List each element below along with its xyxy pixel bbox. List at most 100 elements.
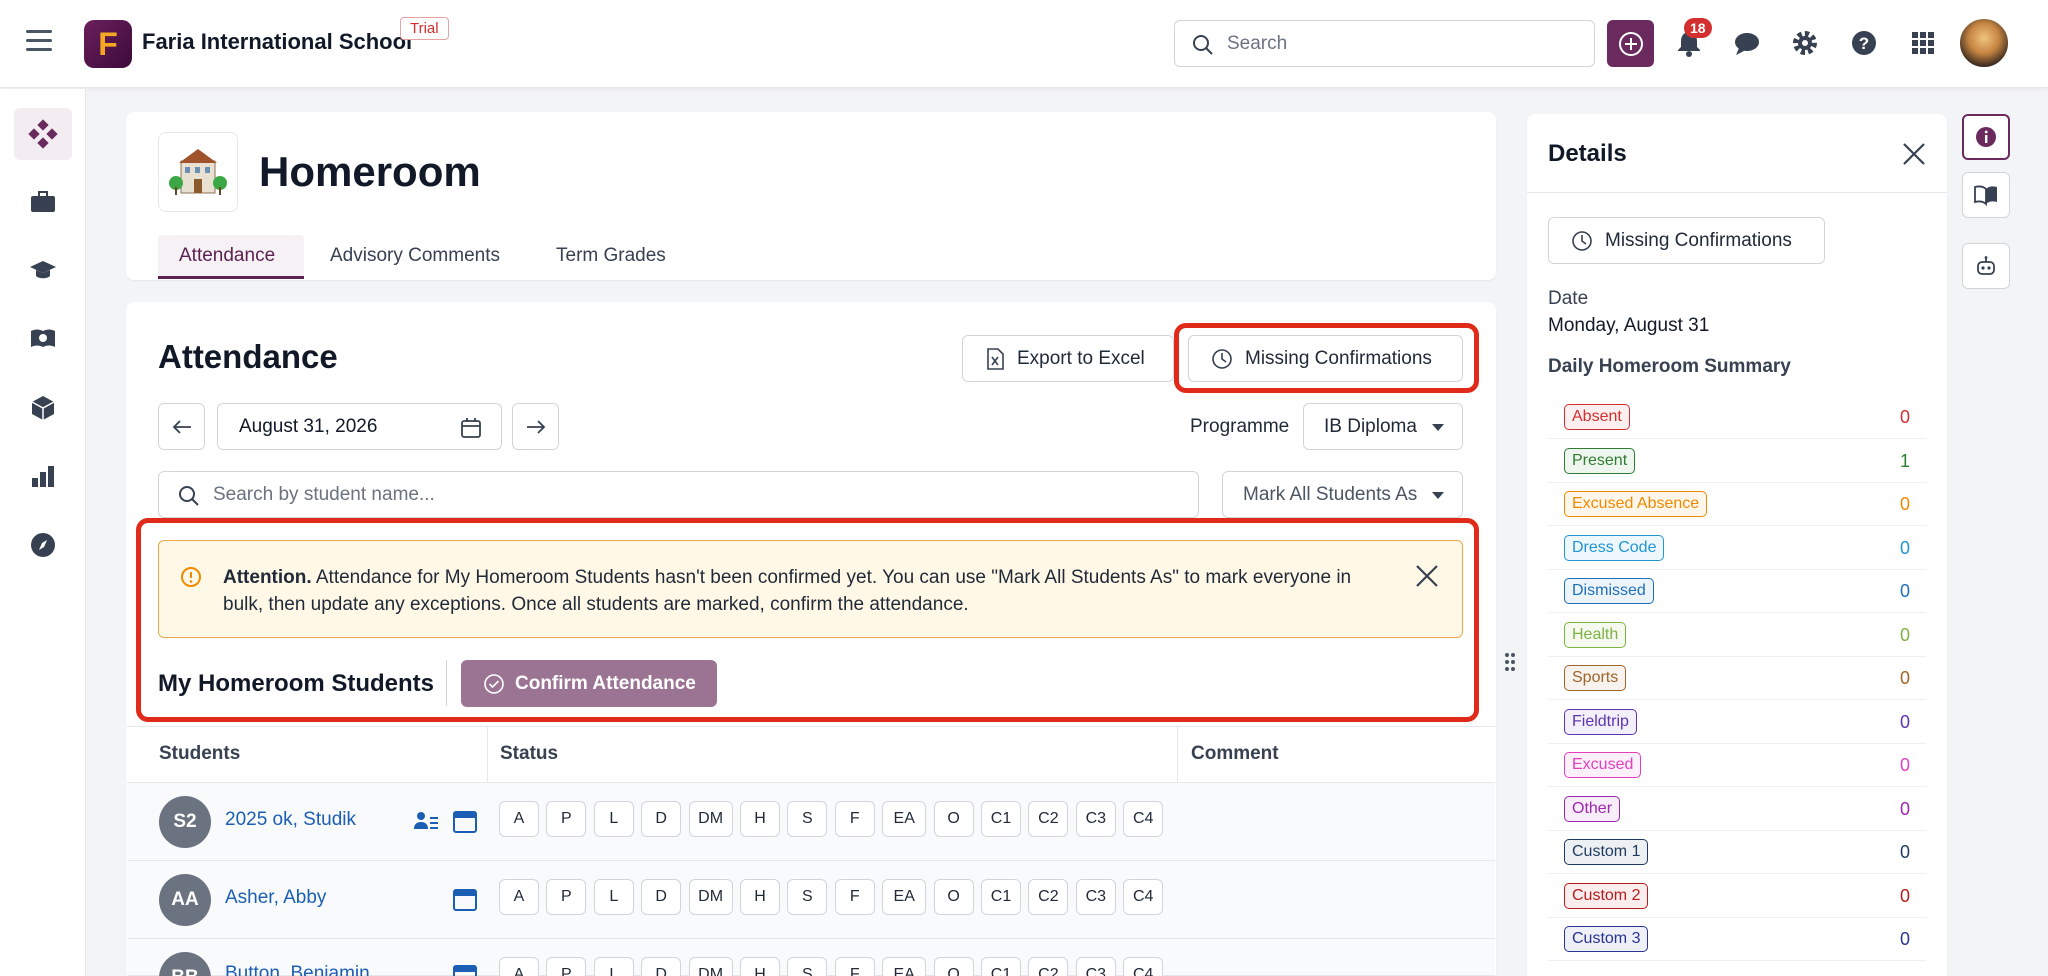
help-icon[interactable]: ? bbox=[1847, 26, 1881, 60]
summary-count: 0 bbox=[1899, 668, 1910, 688]
status-option-a[interactable]: A bbox=[499, 801, 539, 837]
status-option-c3[interactable]: C3 bbox=[1075, 957, 1116, 976]
status-option-a[interactable]: A bbox=[499, 879, 539, 915]
date-picker-input[interactable]: August 31, 2026 bbox=[217, 403, 502, 450]
notification-count-badge: 18 bbox=[1684, 18, 1712, 38]
summary-count: 0 bbox=[1899, 537, 1910, 558]
status-option-c4[interactable]: C4 bbox=[1123, 879, 1164, 915]
user-list-icon[interactable] bbox=[413, 809, 439, 833]
app-logo[interactable]: F bbox=[84, 20, 132, 68]
status-option-s[interactable]: S bbox=[787, 957, 828, 976]
status-option-o[interactable]: O bbox=[933, 879, 974, 915]
summary-row: Dismissed 0 bbox=[1548, 570, 1926, 613]
status-option-a[interactable]: A bbox=[499, 957, 539, 976]
column-students: Students bbox=[159, 743, 241, 764]
summary-row: Fieldtrip 0 bbox=[1548, 701, 1926, 744]
nav-packages[interactable] bbox=[22, 387, 64, 429]
chat-icon[interactable] bbox=[1730, 26, 1764, 60]
details-missing-confirmations-button[interactable]: Missing Confirmations bbox=[1548, 217, 1825, 264]
user-avatar[interactable] bbox=[1958, 17, 2010, 69]
status-option-l[interactable]: L bbox=[593, 957, 634, 976]
compass-icon bbox=[31, 533, 55, 557]
status-option-c3[interactable]: C3 bbox=[1075, 801, 1116, 837]
drag-handle-icon[interactable] bbox=[1503, 650, 1517, 674]
status-option-d[interactable]: D bbox=[641, 801, 682, 837]
calendar-icon[interactable] bbox=[452, 808, 478, 834]
status-option-c4[interactable]: C4 bbox=[1123, 957, 1164, 976]
guide-panel-button[interactable] bbox=[1962, 172, 2010, 218]
nav-reports[interactable] bbox=[22, 455, 64, 497]
status-option-c1[interactable]: C1 bbox=[981, 879, 1021, 915]
status-option-c1[interactable]: C1 bbox=[981, 957, 1021, 976]
plus-circle-icon bbox=[1619, 32, 1643, 56]
clock-icon bbox=[1572, 230, 1592, 251]
mark-all-students-select[interactable]: Mark All Students As bbox=[1222, 471, 1463, 518]
status-option-dm[interactable]: DM bbox=[688, 879, 733, 915]
status-option-c3[interactable]: C3 bbox=[1075, 879, 1116, 915]
summary-status-badge: Custom 2 bbox=[1564, 882, 1649, 909]
student-name-link[interactable]: 2025 ok, Studik bbox=[225, 809, 356, 831]
status-option-p[interactable]: P bbox=[546, 957, 587, 976]
student-name-link[interactable]: Asher, Abby bbox=[225, 887, 326, 909]
status-option-h[interactable]: H bbox=[740, 957, 780, 976]
nav-briefcase[interactable] bbox=[22, 181, 64, 223]
status-option-o[interactable]: O bbox=[933, 801, 974, 837]
nav-explore[interactable] bbox=[22, 524, 64, 566]
nav-resources[interactable] bbox=[22, 318, 64, 360]
gear-icon[interactable] bbox=[1788, 26, 1822, 60]
status-option-d[interactable]: D bbox=[641, 957, 682, 976]
tab-attendance[interactable]: Attendance bbox=[179, 245, 275, 267]
programme-select[interactable]: IB Diploma bbox=[1303, 403, 1463, 450]
status-option-c1[interactable]: C1 bbox=[981, 801, 1021, 837]
status-option-d[interactable]: D bbox=[641, 879, 682, 915]
create-button[interactable] bbox=[1607, 20, 1654, 67]
status-option-f[interactable]: F bbox=[834, 957, 875, 976]
assistant-panel-button[interactable] bbox=[1962, 243, 2010, 289]
status-option-h[interactable]: H bbox=[740, 879, 780, 915]
next-day-button[interactable] bbox=[512, 403, 559, 450]
menu-icon[interactable] bbox=[26, 30, 52, 54]
summary-row: Custom 2 0 bbox=[1548, 875, 1926, 918]
graduation-cap-icon bbox=[30, 261, 56, 279]
status-option-ea[interactable]: EA bbox=[882, 957, 927, 976]
student-name-link[interactable]: Button, Benjamin bbox=[225, 963, 370, 976]
close-icon[interactable] bbox=[1900, 140, 1928, 168]
status-option-h[interactable]: H bbox=[740, 801, 780, 837]
apps-grid-icon[interactable] bbox=[1906, 26, 1940, 60]
summary-status-badge: Custom 3 bbox=[1564, 926, 1649, 952]
status-option-c2[interactable]: C2 bbox=[1028, 957, 1069, 976]
calendar-icon[interactable] bbox=[452, 886, 478, 912]
calendar-icon[interactable] bbox=[452, 962, 478, 976]
status-option-l[interactable]: L bbox=[593, 879, 634, 915]
status-option-o[interactable]: O bbox=[933, 957, 974, 976]
status-option-c2[interactable]: C2 bbox=[1028, 801, 1069, 837]
student-avatar: S2 bbox=[159, 796, 211, 848]
global-search-input[interactable]: Search bbox=[1174, 20, 1595, 67]
status-option-f[interactable]: F bbox=[834, 801, 875, 837]
previous-day-button[interactable] bbox=[158, 403, 205, 450]
info-panel-button[interactable] bbox=[1962, 114, 2010, 160]
date-value: August 31, 2026 bbox=[239, 416, 378, 437]
summary-count: 0 bbox=[1899, 755, 1910, 775]
status-option-dm[interactable]: DM bbox=[688, 957, 733, 976]
status-option-dm[interactable]: DM bbox=[688, 801, 733, 837]
status-option-p[interactable]: P bbox=[546, 879, 587, 915]
export-excel-button[interactable]: Export to Excel bbox=[962, 335, 1174, 382]
calendar-icon[interactable] bbox=[459, 416, 483, 440]
status-option-f[interactable]: F bbox=[834, 879, 875, 915]
nav-academics[interactable] bbox=[22, 250, 64, 292]
tab-term-grades[interactable]: Term Grades bbox=[556, 245, 666, 267]
highlight-attention-and-confirm bbox=[136, 518, 1479, 722]
status-option-s[interactable]: S bbox=[787, 879, 828, 915]
status-option-c4[interactable]: C4 bbox=[1123, 801, 1164, 837]
tab-advisory-comments[interactable]: Advisory Comments bbox=[330, 245, 500, 267]
nav-dashboard[interactable] bbox=[14, 108, 72, 160]
status-option-c2[interactable]: C2 bbox=[1028, 879, 1069, 915]
status-option-p[interactable]: P bbox=[546, 801, 587, 837]
status-option-ea[interactable]: EA bbox=[882, 801, 927, 837]
status-option-ea[interactable]: EA bbox=[882, 879, 927, 915]
status-option-l[interactable]: L bbox=[593, 801, 634, 837]
summary-row: Excused Absence 0 bbox=[1548, 483, 1926, 526]
student-search-input[interactable]: Search by student name... bbox=[158, 471, 1199, 518]
status-option-s[interactable]: S bbox=[787, 801, 828, 837]
